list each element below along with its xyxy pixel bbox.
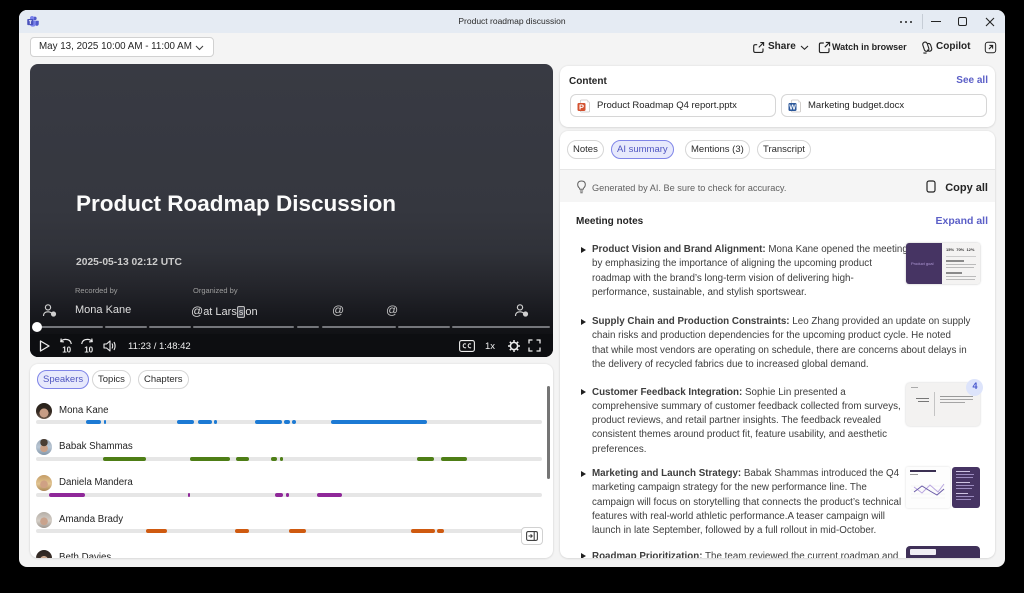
svg-text:W: W [789,105,796,112]
svg-text:10: 10 [84,346,93,354]
svg-text:10: 10 [62,346,71,354]
svg-text:P: P [579,103,584,112]
